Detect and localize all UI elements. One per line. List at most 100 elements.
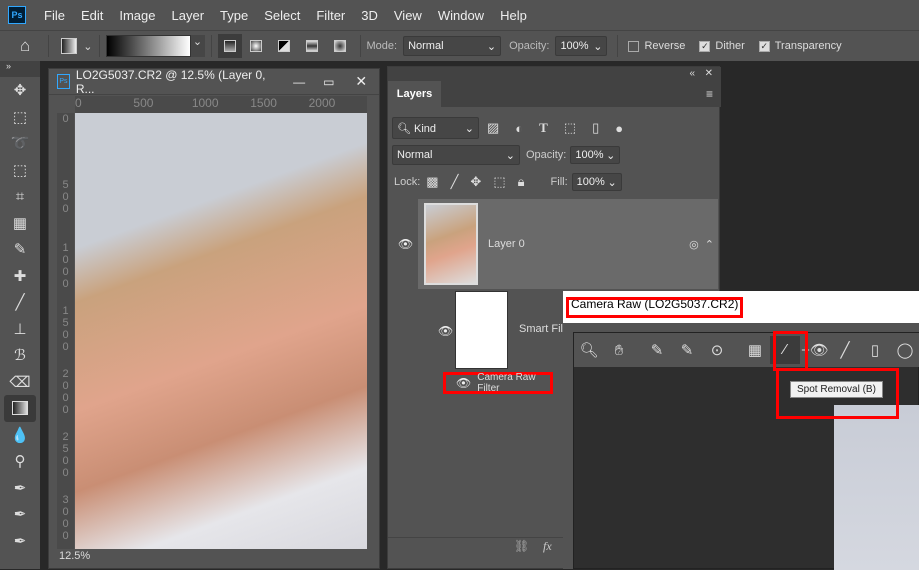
lock-label: Lock: [394, 176, 421, 188]
chevron-down-icon: ⌄ [464, 122, 474, 135]
zoom-tool-icon[interactable]: 🔍︎ [574, 341, 604, 359]
chevron-down-icon[interactable]: ⌄ [83, 40, 92, 53]
gradient-editor[interactable] [105, 35, 191, 57]
kind-filter-select[interactable]: 🔍︎ Kind ⌄ [392, 117, 479, 139]
minimize-icon[interactable]: — [284, 75, 314, 89]
brush-tool-icon[interactable]: ╱ [0, 289, 40, 316]
hand-tool-icon[interactable]: ✋︎ [604, 342, 634, 359]
menu-edit[interactable]: Edit [73, 8, 111, 23]
gradient-tool-icon[interactable] [4, 395, 36, 422]
history-brush-tool-icon[interactable]: ℬ [0, 342, 40, 369]
dither-checkbox[interactable]: ✓ [699, 40, 711, 52]
adjustment-brush-icon[interactable]: ╱ [830, 341, 860, 359]
clone-stamp-tool-icon[interactable]: ⊥ [0, 316, 40, 343]
adjustment-layer-filter-icon[interactable]: ◐ [515, 121, 523, 136]
layer-opacity-input[interactable]: 100% ⌄ [570, 146, 621, 164]
radial-gradient-button[interactable] [249, 40, 262, 52]
menu-layer[interactable]: Layer [164, 8, 213, 23]
layer-name[interactable]: Layer 0 [488, 238, 525, 250]
blend-mode-select[interactable]: Normal ⌄ [392, 145, 520, 165]
chevron-down-icon[interactable]: ⌄ [190, 35, 205, 57]
marquee-tool-icon[interactable]: ⬚ [0, 104, 40, 131]
document-tab[interactable]: Ps LO2G5037.CR2 @ 12.5% (Layer 0, R... —… [49, 68, 379, 96]
canvas-image[interactable] [75, 113, 367, 549]
graduated-filter-icon[interactable]: ▯ [860, 341, 890, 359]
add-anchor-point-tool-icon[interactable]: ✒ [0, 528, 40, 555]
chevron-down-icon: ⌄ [486, 40, 497, 53]
radial-filter-icon[interactable]: ◯ [890, 341, 919, 359]
ruler-label: 1000 [62, 242, 69, 290]
linear-gradient-button[interactable] [217, 34, 242, 58]
menu-filter[interactable]: Filter [308, 8, 353, 23]
menu-help[interactable]: Help [492, 8, 535, 23]
lock-all-icon[interactable]: 🔒︎ [518, 174, 525, 190]
chevron-down-icon: ⌄ [593, 40, 603, 53]
lock-image-icon[interactable]: ╱ [451, 174, 459, 190]
close-icon[interactable]: ✕ [344, 73, 379, 90]
menu-file[interactable]: File [36, 8, 73, 23]
home-icon[interactable]: ⌂ [20, 36, 30, 56]
lasso-tool-icon[interactable]: ➰ [0, 130, 40, 157]
transparency-checkbox[interactable]: ✓ [758, 40, 770, 52]
filter-toggle-icon[interactable]: ● [615, 121, 623, 136]
eraser-tool-icon[interactable]: ⌫ [0, 369, 40, 396]
frame-tool-icon[interactable]: ▦ [0, 210, 40, 237]
maximize-icon[interactable]: ▭ [314, 75, 344, 89]
freeform-pen-tool-icon[interactable]: ✒ [0, 501, 40, 528]
menu-view[interactable]: View [386, 8, 430, 23]
gradient-preset-icon[interactable] [61, 38, 78, 54]
move-tool-icon[interactable]: ✥ [0, 77, 40, 104]
transform-tool-icon[interactable]: ▦ [740, 341, 770, 359]
shape-layer-filter-icon[interactable]: ⬚ [564, 120, 576, 136]
pen-tool-icon[interactable]: ✒ [0, 475, 40, 502]
menu-window[interactable]: Window [430, 8, 492, 23]
eyedropper-tool-icon[interactable]: ✎ [0, 236, 40, 263]
eye-icon[interactable]: 👁︎ [456, 376, 471, 390]
lock-position-icon[interactable]: ✥ [470, 174, 481, 190]
highlight-box [566, 297, 743, 318]
collapse-panel-icon[interactable]: « [689, 68, 695, 79]
ruler-label: 0 [75, 96, 82, 110]
pixel-layer-filter-icon[interactable]: ▨ [487, 120, 499, 136]
eye-icon[interactable]: 👁︎ [438, 324, 453, 338]
lock-artboard-icon[interactable]: ⬚ [493, 174, 505, 190]
filter-mask-thumbnail[interactable] [455, 291, 508, 369]
menu-type[interactable]: Type [212, 8, 256, 23]
preview-image[interactable] [834, 405, 919, 570]
close-panel-icon[interactable]: ✕ [705, 68, 713, 79]
chevron-up-icon[interactable]: ⌃ [705, 238, 714, 251]
mode-select[interactable]: Normal ⌄ [403, 36, 502, 56]
type-layer-filter-icon[interactable]: T [539, 120, 548, 136]
photoshop-logo-icon: Ps [8, 6, 26, 24]
healing-brush-tool-icon[interactable]: ✚ [0, 263, 40, 290]
panel-menu-icon[interactable]: ≡ [706, 87, 713, 101]
layer-row[interactable]: Layer 0 ◎ ⌃ [418, 199, 718, 289]
object-selection-tool-icon[interactable]: ⬚ [0, 157, 40, 184]
reflected-gradient-button[interactable] [305, 40, 318, 52]
crop-tool-icon[interactable]: ⌗ [0, 183, 40, 210]
filter-name[interactable]: Camera Raw Filter [477, 372, 550, 394]
targeted-adjustment-tool-icon[interactable]: ⊙ [702, 341, 732, 359]
lock-transparent-icon[interactable]: ▩ [426, 174, 438, 190]
dodge-tool-icon[interactable]: ⚲ [0, 448, 40, 475]
color-sampler-tool-icon[interactable]: ✎ [672, 341, 702, 359]
camera-raw-filter-row[interactable]: 👁︎ Camera Raw Filter [443, 372, 553, 394]
opacity-input[interactable]: 100% ⌄ [555, 36, 608, 56]
fill-input[interactable]: 100% ⌄ [571, 173, 622, 191]
ruler-label: 2000 [308, 96, 336, 110]
tab-layers[interactable]: Layers [388, 81, 441, 107]
blur-tool-icon[interactable]: 💧 [0, 422, 40, 449]
reverse-checkbox[interactable] [628, 40, 640, 52]
link-layers-icon[interactable]: ⛓ [514, 539, 529, 553]
zoom-level[interactable]: 12.5% [59, 550, 90, 562]
expand-toolbar-icon[interactable]: » [0, 61, 40, 77]
eye-icon[interactable]: 👁︎ [398, 237, 413, 251]
smart-object-filter-icon[interactable]: ▯ [592, 120, 599, 136]
diamond-gradient-button[interactable] [333, 40, 346, 52]
menu-select[interactable]: Select [256, 8, 308, 23]
menu-3d[interactable]: 3D [353, 8, 386, 23]
menu-image[interactable]: Image [111, 8, 163, 23]
fx-icon[interactable]: fx [543, 539, 552, 554]
angle-gradient-button[interactable] [277, 40, 290, 52]
white-balance-tool-icon[interactable]: ✎ [642, 341, 672, 359]
